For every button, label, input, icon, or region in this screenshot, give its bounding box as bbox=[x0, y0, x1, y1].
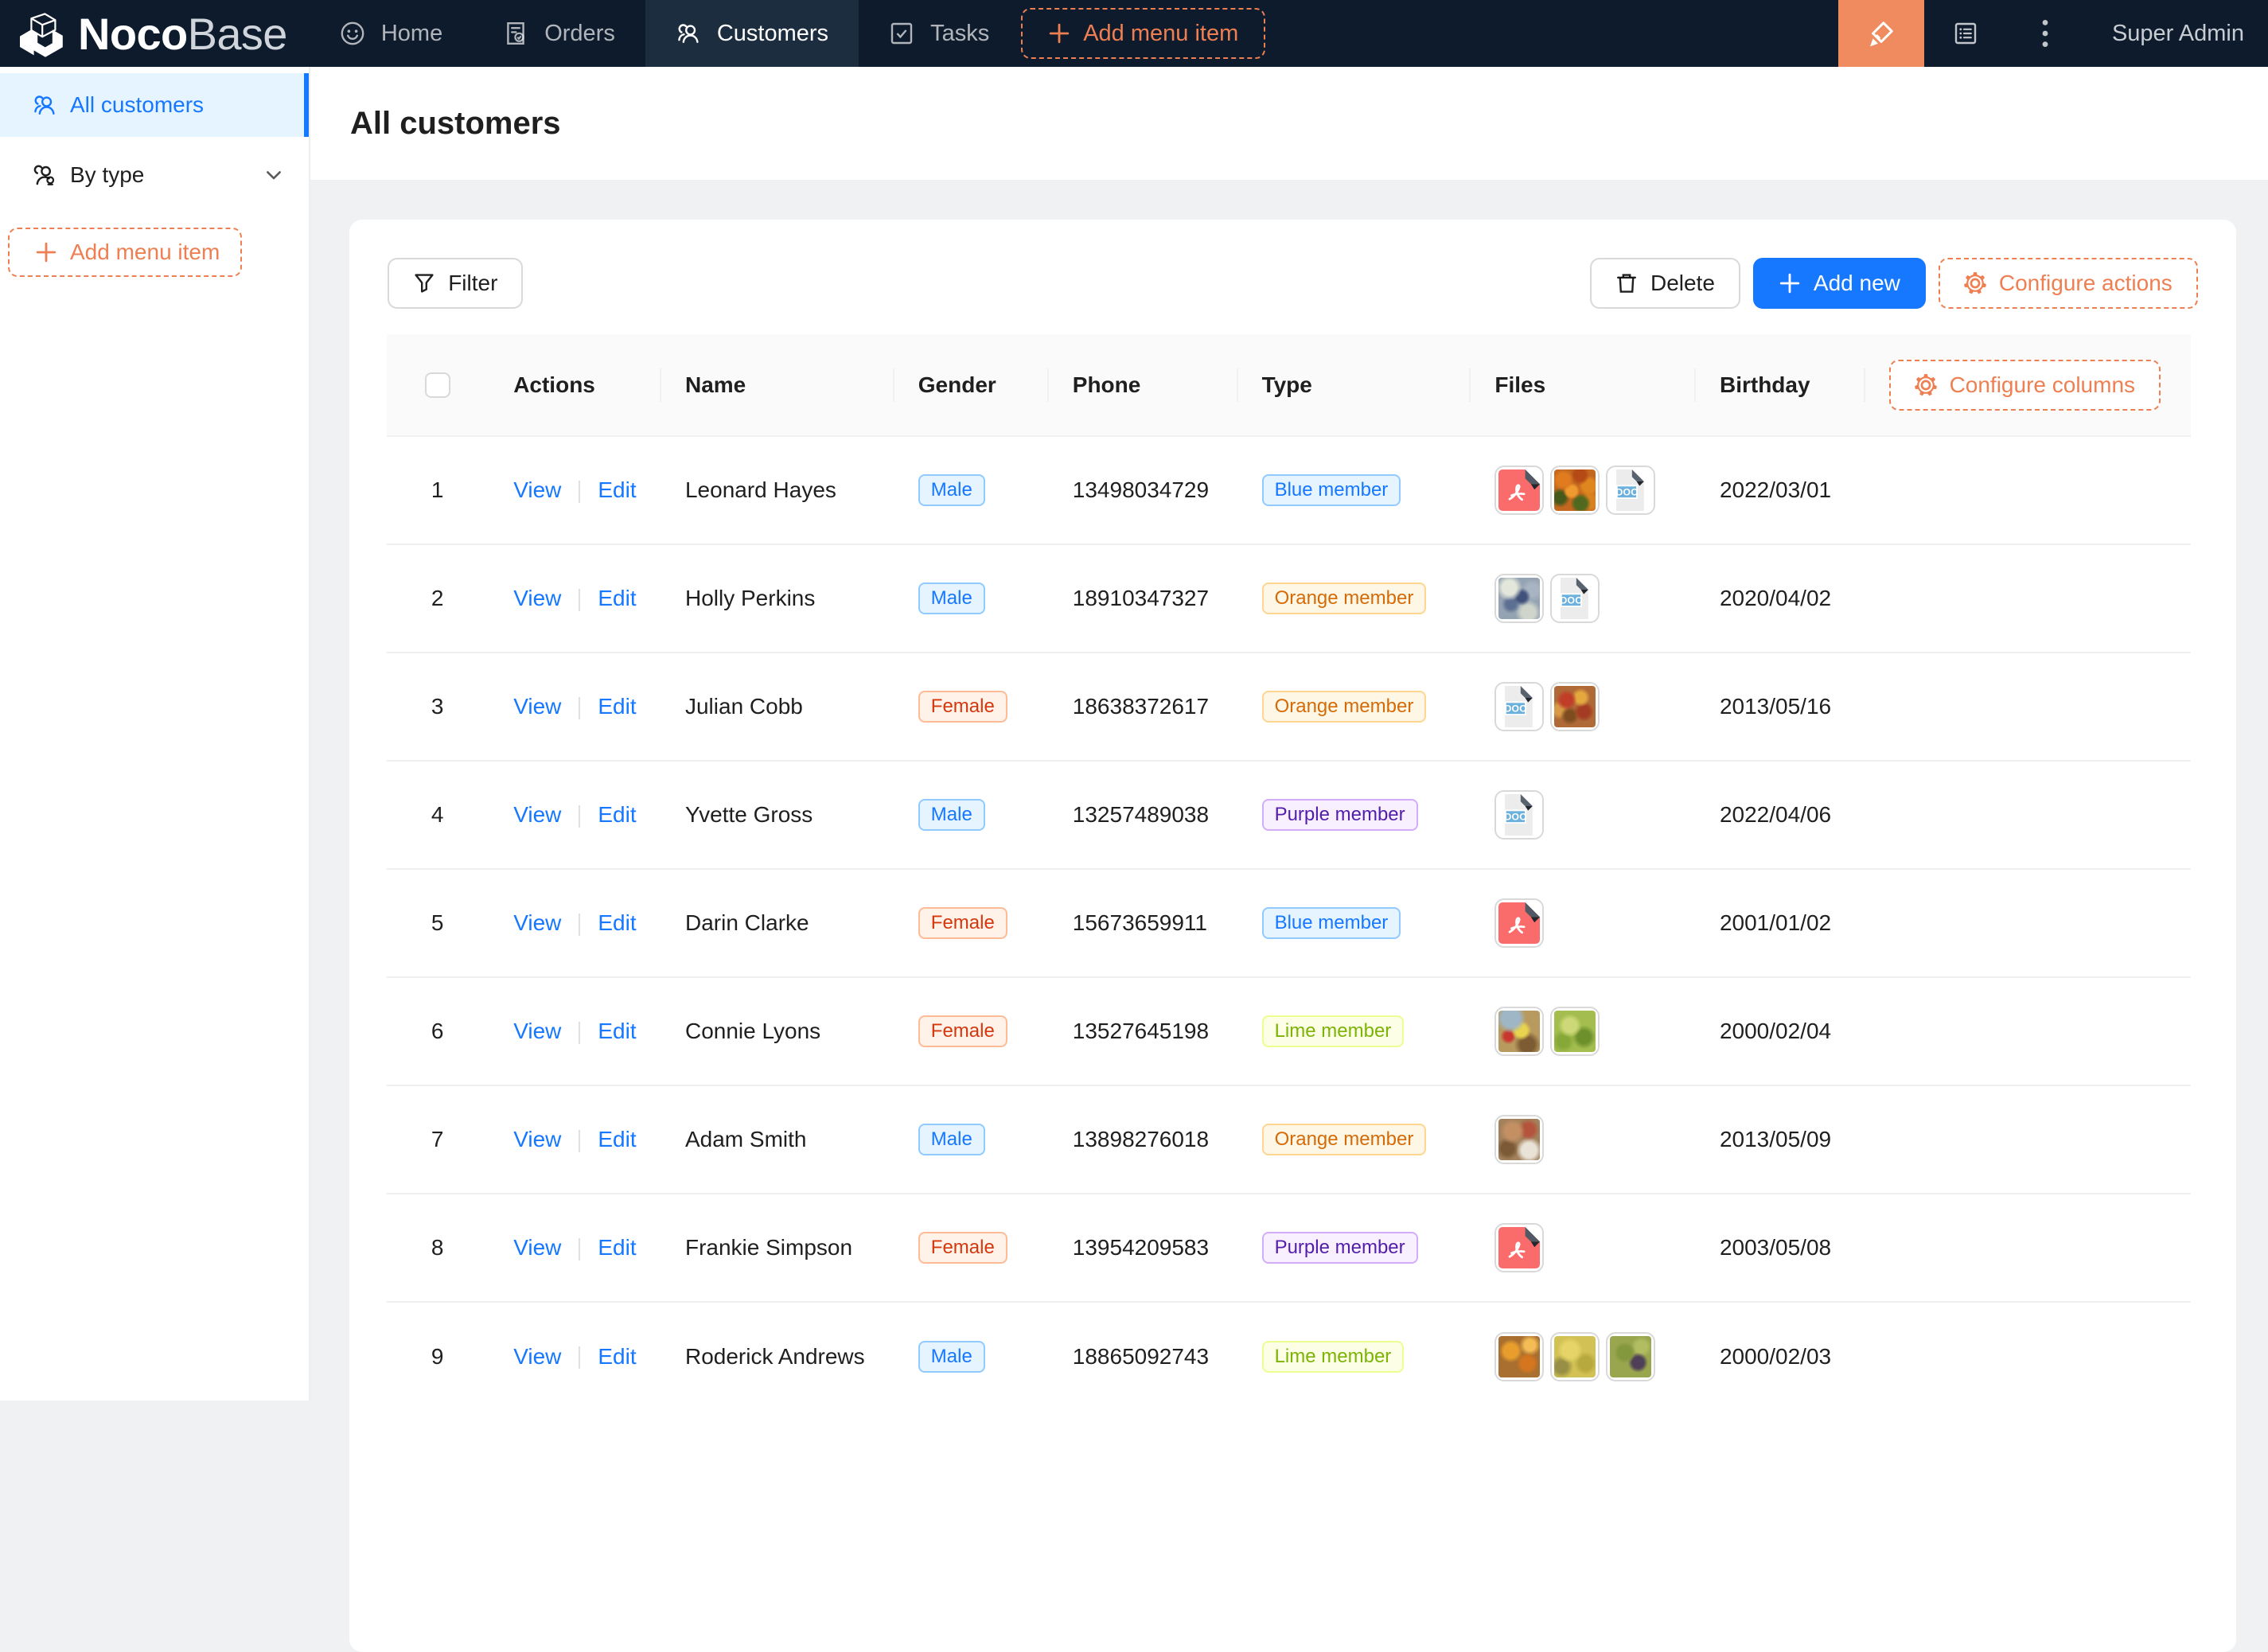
svg-text:DOC: DOC bbox=[1616, 486, 1639, 497]
svg-text:DOC: DOC bbox=[1505, 811, 1527, 822]
svg-text:DOC: DOC bbox=[1561, 594, 1583, 606]
svg-text:DOC: DOC bbox=[1505, 703, 1527, 714]
